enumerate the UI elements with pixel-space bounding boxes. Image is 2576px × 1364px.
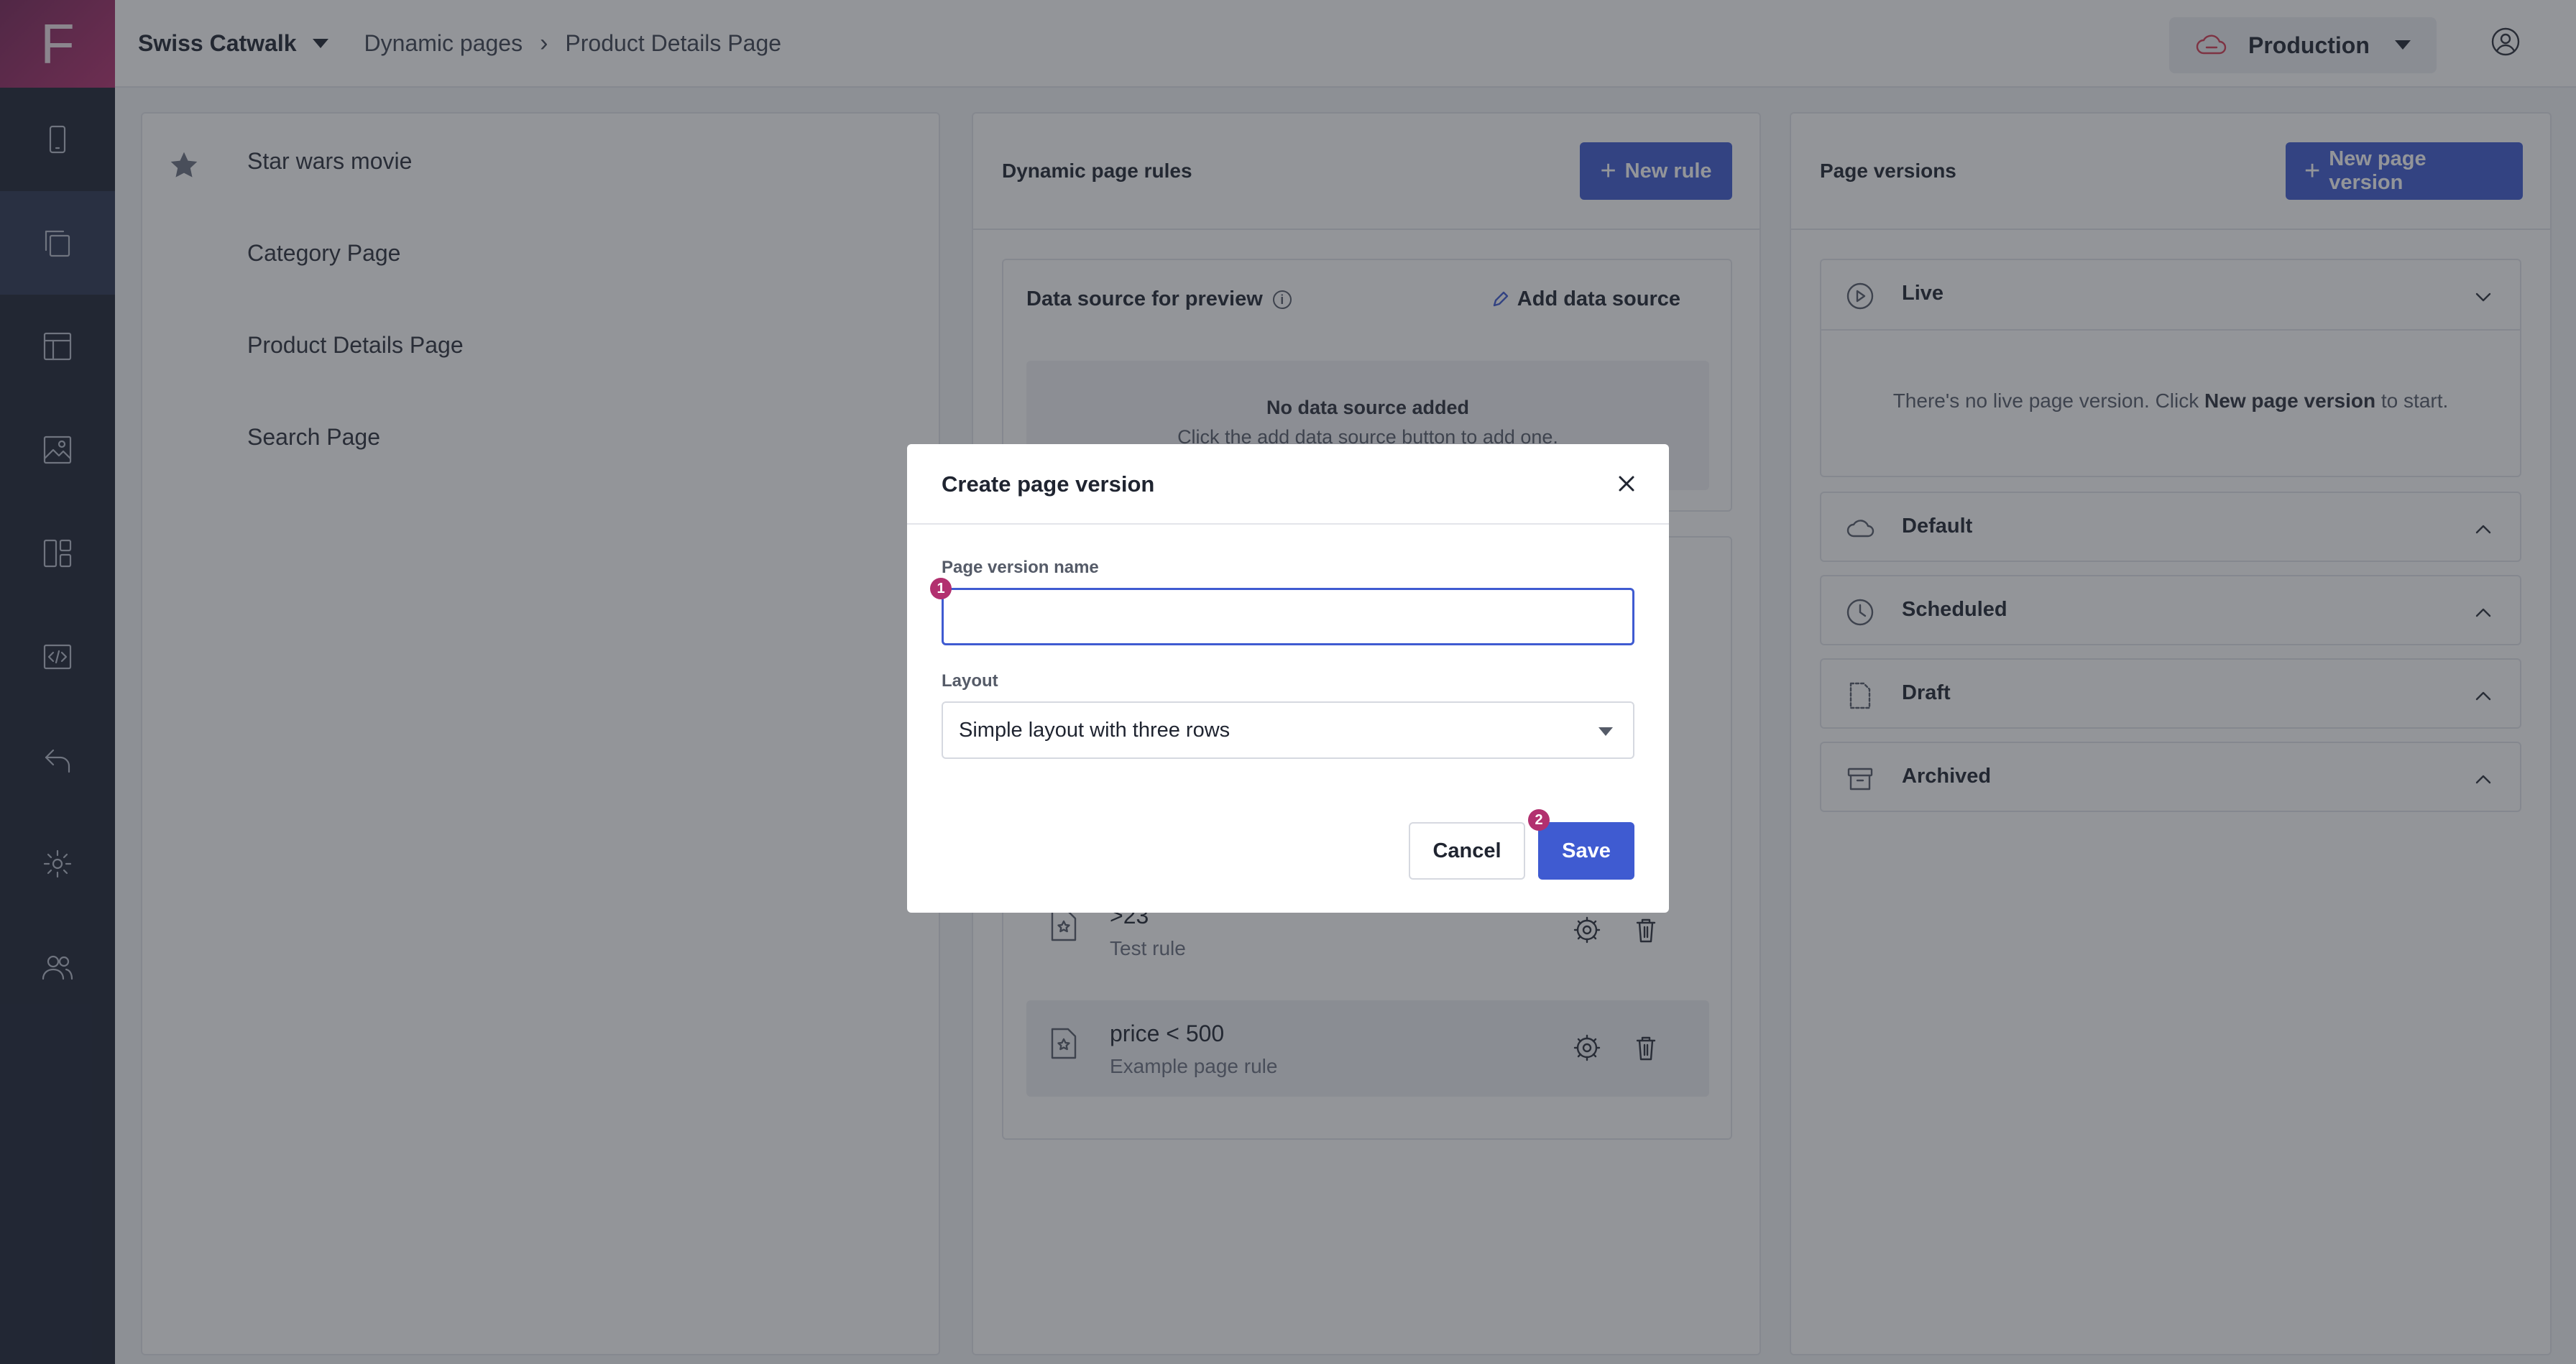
chevron-down-icon bbox=[1598, 727, 1613, 736]
dialog-title: Create page version bbox=[942, 471, 1155, 497]
layout-selected-value: Simple layout with three rows bbox=[959, 718, 1230, 742]
close-icon[interactable] bbox=[1616, 473, 1637, 494]
step-badge-2: 2 bbox=[1528, 809, 1550, 831]
page-version-name-label: Page version name bbox=[942, 558, 1099, 577]
save-button[interactable]: Save bbox=[1538, 822, 1634, 880]
step-badge-1: 1 bbox=[930, 578, 952, 599]
create-page-version-dialog: Create page version Page version name 1 … bbox=[907, 444, 1669, 913]
layout-label: Layout bbox=[942, 671, 998, 691]
layout-select[interactable]: Simple layout with three rows bbox=[942, 701, 1634, 759]
divider bbox=[907, 523, 1669, 525]
cancel-button[interactable]: Cancel bbox=[1409, 822, 1525, 880]
page-version-name-input[interactable] bbox=[942, 588, 1634, 645]
